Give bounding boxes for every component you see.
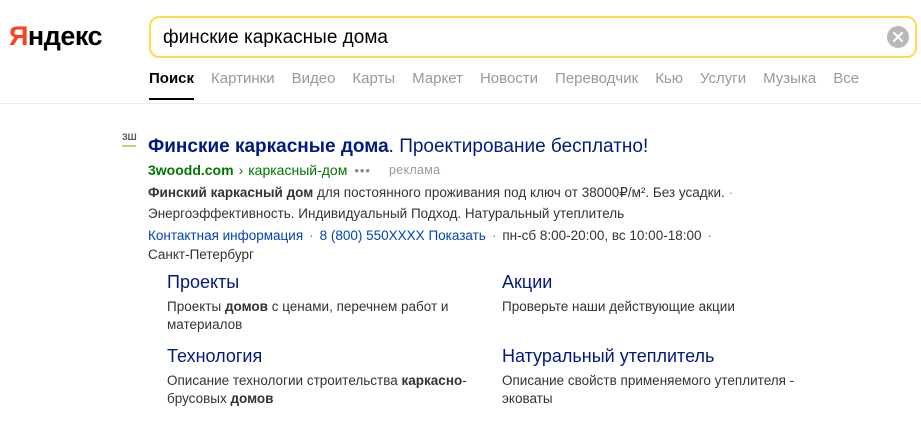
tab-video[interactable]: Видео bbox=[292, 70, 336, 104]
working-hours: пн-сб 8:00-20:00, вс 10:00-18:00 bbox=[502, 228, 702, 243]
sitelink-desc: Описание свойств применяемого утеплителя… bbox=[502, 373, 795, 406]
contacts-line: Контактная информация · 8 (800) 550XXXX По… bbox=[148, 228, 712, 262]
sitelink-projects: Проекты Проекты домов с ценами, перечнем… bbox=[167, 272, 487, 334]
tab-music[interactable]: Музыка bbox=[763, 70, 816, 104]
tab-q[interactable]: Кью bbox=[655, 70, 683, 104]
sitelink-promotions: Акции Проверьте наши действующие акции bbox=[502, 272, 822, 316]
close-icon bbox=[893, 32, 903, 42]
sitelink-title[interactable]: Акции bbox=[502, 272, 822, 293]
tab-maps[interactable]: Карты bbox=[352, 70, 395, 104]
yandex-logo[interactable]: Яндекс bbox=[9, 21, 103, 52]
phone-link[interactable]: 8 (800) 550XXXX Показать bbox=[320, 228, 486, 243]
sitelink-desc: Проверьте наши действующие акции bbox=[502, 299, 735, 314]
sitelink-desc: Проекты домов с ценами, перечнем работ и… bbox=[167, 299, 449, 332]
tab-images[interactable]: Картинки bbox=[211, 70, 275, 104]
search-input[interactable] bbox=[163, 26, 863, 50]
result-path-link[interactable]: каркасный-дом bbox=[248, 162, 347, 178]
site-favicon: ЗШ bbox=[122, 133, 142, 153]
sitelink-technology: Технология Описание технологии строитель… bbox=[167, 346, 487, 408]
tab-services[interactable]: Услуги bbox=[700, 70, 746, 104]
search-tabs: Поиск Картинки Видео Карты Маркет Новост… bbox=[149, 70, 876, 104]
more-options-icon[interactable]: ••• bbox=[354, 163, 371, 178]
divider bbox=[0, 103, 921, 104]
contact-info-link[interactable]: Контактная информация bbox=[148, 228, 303, 243]
clear-search-button[interactable] bbox=[887, 26, 909, 48]
tab-all[interactable]: Все bbox=[833, 70, 859, 104]
search-box bbox=[149, 16, 917, 58]
sitelink-title[interactable]: Натуральный утеплитель bbox=[502, 346, 822, 367]
ad-label: реклама bbox=[388, 163, 441, 177]
tab-search[interactable]: Поиск bbox=[149, 70, 195, 104]
sitelink-title[interactable]: Технология bbox=[167, 346, 487, 367]
breadcrumb-separator: › bbox=[238, 162, 244, 178]
city: Санкт-Петербург bbox=[148, 247, 254, 262]
sitelink-desc: Описание технологии строительства каркас… bbox=[167, 373, 467, 406]
result-snippet: Финский каркасный дом для постоянного пр… bbox=[148, 185, 734, 221]
sitelink-title[interactable]: Проекты bbox=[167, 272, 487, 293]
tab-translator[interactable]: Переводчик bbox=[555, 70, 638, 104]
sitelink-insulation: Натуральный утеплитель Описание свойств … bbox=[502, 346, 822, 408]
result-url: 3woodd.com › каркасный-дом ••• реклама bbox=[148, 162, 440, 178]
result-domain-link[interactable]: 3woodd.com bbox=[148, 162, 234, 178]
tab-market[interactable]: Маркет bbox=[412, 70, 463, 104]
result-title-link[interactable]: Финские каркасные дома. Проектирование б… bbox=[148, 136, 648, 158]
tab-news[interactable]: Новости bbox=[480, 70, 538, 104]
